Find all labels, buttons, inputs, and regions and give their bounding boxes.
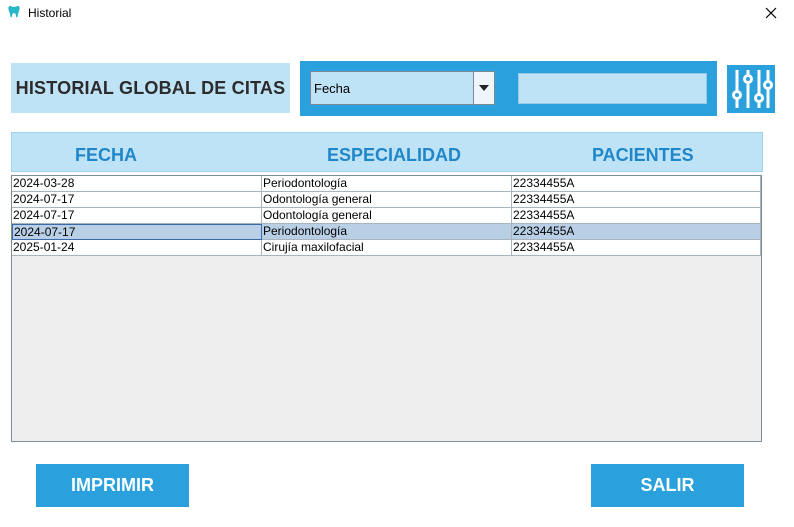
- cell-patient: 22334455A: [512, 224, 761, 240]
- cell-specialty: Periodontología: [262, 224, 512, 240]
- cell-specialty: Periodontología: [262, 176, 512, 192]
- close-icon[interactable]: [765, 7, 777, 19]
- table-row[interactable]: 2024-07-17 Odontología general 22334455A: [12, 208, 761, 224]
- print-button[interactable]: IMPRIMIR: [36, 464, 189, 507]
- exit-button[interactable]: SALIR: [591, 464, 744, 507]
- cell-date: 2024-03-28: [12, 176, 262, 192]
- table-row[interactable]: 2024-07-17 Odontología general 22334455A: [12, 192, 761, 208]
- column-header-pacientes[interactable]: PACIENTES: [592, 145, 694, 166]
- cell-specialty: Odontología general: [262, 192, 512, 208]
- filter-field-select[interactable]: Fecha: [310, 71, 495, 105]
- appointments-table[interactable]: 2024-03-28 Periodontología 22334455A 202…: [11, 175, 762, 442]
- cell-patient: 22334455A: [512, 208, 761, 224]
- sliders-icon[interactable]: [727, 65, 775, 113]
- search-input[interactable]: [518, 73, 707, 104]
- column-header-especialidad[interactable]: ESPECIALIDAD: [327, 145, 461, 166]
- table-row-selected[interactable]: 2024-07-17 Periodontología 22334455A: [12, 224, 761, 240]
- close-button[interactable]: [748, 0, 794, 26]
- chevron-down-icon[interactable]: [479, 85, 489, 91]
- filter-settings-button[interactable]: [727, 65, 775, 113]
- cell-patient: 22334455A: [512, 240, 761, 256]
- cell-specialty: Odontología general: [262, 208, 512, 224]
- tooth-icon: [8, 6, 20, 18]
- cell-date: 2024-07-17: [12, 192, 262, 208]
- filter-panel: Fecha: [300, 61, 717, 116]
- dropdown-button[interactable]: [473, 72, 494, 104]
- cell-specialty: Cirujía maxilofacial: [262, 240, 512, 256]
- table-row[interactable]: 2024-03-28 Periodontología 22334455A: [12, 176, 761, 192]
- cell-date: 2024-07-17: [12, 224, 262, 240]
- cell-date: 2024-07-17: [12, 208, 262, 224]
- window-title: Historial: [28, 6, 72, 20]
- cell-date: 2025-01-24: [12, 240, 262, 256]
- cell-patient: 22334455A: [512, 176, 761, 192]
- column-header-fecha[interactable]: FECHA: [75, 145, 137, 166]
- filter-field-value: Fecha: [314, 81, 351, 96]
- cell-patient: 22334455A: [512, 192, 761, 208]
- page-title: HISTORIAL GLOBAL DE CITAS: [15, 77, 286, 98]
- title-bar: Historial: [0, 0, 794, 26]
- table-row[interactable]: 2025-01-24 Cirujía maxilofacial 22334455…: [12, 240, 761, 256]
- table-header: FECHA ESPECIALIDAD PACIENTES: [11, 132, 763, 172]
- page-title-box: HISTORIAL GLOBAL DE CITAS: [11, 63, 290, 113]
